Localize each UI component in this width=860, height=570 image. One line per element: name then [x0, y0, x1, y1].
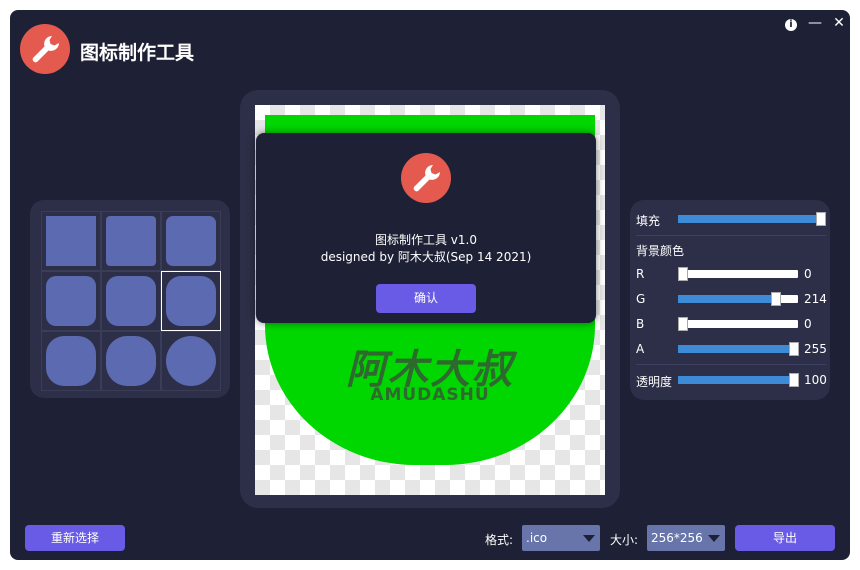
size-select[interactable]: 256*256	[647, 525, 725, 551]
format-select-value: .ico	[526, 531, 548, 545]
a-value: 255	[804, 342, 827, 356]
close-button[interactable]: ✕	[830, 14, 848, 32]
g-slider[interactable]	[678, 292, 798, 306]
b-slider-thumb[interactable]	[678, 317, 688, 331]
export-button[interactable]: 导出	[735, 525, 835, 551]
format-label: 格式:	[485, 533, 514, 547]
opacity-slider[interactable]	[678, 373, 799, 387]
b-label: B	[636, 317, 645, 331]
fill-slider-fill	[678, 215, 824, 223]
app-title: 图标制作工具	[80, 42, 195, 64]
g-slider-fill	[678, 295, 778, 303]
chevron-down-icon	[583, 535, 595, 542]
shape-panel	[30, 200, 230, 398]
confirm-button[interactable]: 确认	[376, 284, 476, 313]
fill-slider-thumb[interactable]	[816, 212, 826, 226]
size-select-value: 256*256	[651, 531, 703, 545]
r-label: R	[636, 267, 645, 281]
format-select[interactable]: .ico	[522, 525, 600, 551]
minimize-button[interactable]: —	[806, 14, 824, 32]
divider	[636, 235, 826, 236]
shape-grid	[41, 211, 221, 391]
shape-preview	[46, 216, 96, 266]
shape-preview	[46, 336, 96, 386]
r-slider[interactable]	[678, 267, 798, 281]
info-icon: i	[785, 19, 797, 31]
size-label: 大小:	[610, 533, 639, 547]
info-button[interactable]: i	[782, 14, 800, 32]
app-window: 图标制作工具 i — ✕ 阿木大叔 AMUDASHU 图标制作工具 v1.0 d…	[10, 10, 850, 560]
shape-option-rounded-small[interactable]	[101, 211, 161, 271]
shape-preview	[106, 276, 156, 326]
shape-option-square[interactable]	[41, 211, 101, 271]
about-dialog: 图标制作工具 v1.0 designed by 阿木大叔(Sep 14 2021…	[256, 133, 596, 323]
shape-option-rounded-xl[interactable]	[161, 271, 221, 331]
opacity-value: 100	[804, 373, 827, 387]
a-slider[interactable]	[678, 342, 799, 356]
shape-preview	[46, 276, 96, 326]
shape-option-circle[interactable]	[161, 331, 221, 391]
b-slider[interactable]	[678, 317, 798, 331]
icon-text-en: AMUDASHU	[370, 385, 490, 405]
r-slider-thumb[interactable]	[678, 267, 688, 281]
g-value: 214	[804, 292, 827, 306]
a-slider-thumb[interactable]	[789, 342, 799, 356]
reselect-button[interactable]: 重新选择	[25, 525, 125, 551]
a-label: A	[636, 342, 645, 356]
b-value: 0	[804, 317, 812, 331]
shape-preview	[166, 216, 216, 266]
fill-slider[interactable]	[678, 212, 826, 226]
shape-preview	[166, 336, 216, 386]
app-logo	[20, 24, 70, 74]
fill-label: 填充	[636, 214, 661, 228]
shape-option-squircle[interactable]	[41, 331, 101, 391]
r-value: 0	[804, 267, 812, 281]
opacity-slider-fill	[678, 376, 798, 384]
shape-preview	[106, 216, 156, 266]
a-slider-fill	[678, 345, 798, 353]
shape-option-rounded-larger[interactable]	[101, 271, 161, 331]
opacity-label: 透明度	[636, 375, 673, 389]
shape-option-rounded-medium[interactable]	[161, 211, 221, 271]
dialog-logo	[401, 153, 451, 203]
dialog-credit: designed by 阿木大叔(Sep 14 2021)	[320, 250, 532, 264]
wrench-icon	[413, 165, 440, 192]
shape-preview	[166, 276, 216, 326]
shape-option-squircle-2[interactable]	[101, 331, 161, 391]
divider	[636, 364, 826, 365]
g-slider-thumb[interactable]	[771, 292, 781, 306]
opacity-slider-thumb[interactable]	[789, 373, 799, 387]
shape-preview	[106, 336, 156, 386]
chevron-down-icon	[708, 535, 720, 542]
dialog-version: 图标制作工具 v1.0	[374, 233, 477, 247]
shape-option-rounded-large[interactable]	[41, 271, 101, 331]
bg-color-label: 背景颜色	[636, 244, 685, 258]
wrench-icon	[32, 36, 59, 63]
g-label: G	[636, 292, 646, 306]
control-panel: 填充 背景颜色 R 0 G 214 B 0 A 255 透明度 100	[630, 200, 830, 400]
